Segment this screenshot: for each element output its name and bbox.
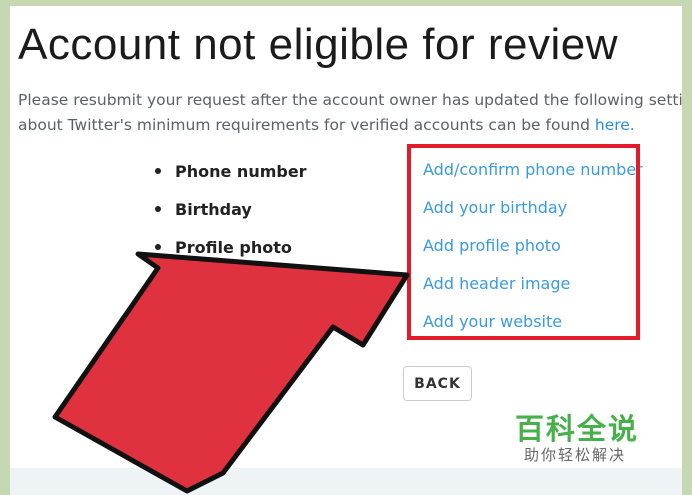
dialog-panel: Account not eligible for review Please r… [10,6,682,495]
back-button[interactable]: BACK [403,366,472,401]
watermark-title: 百科全说 [515,412,640,446]
watermark-subtitle: 助你轻松解决 [524,446,627,464]
